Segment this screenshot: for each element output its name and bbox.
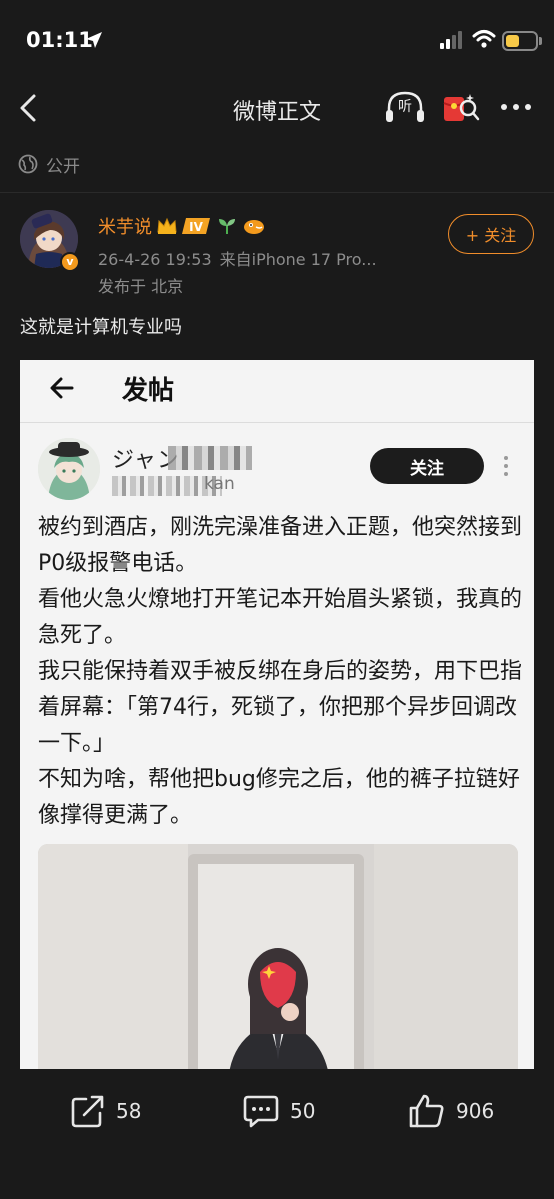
more-options-icon[interactable] — [498, 96, 534, 118]
globe-icon — [18, 154, 38, 174]
location-arrow-icon — [86, 32, 102, 48]
battery-level — [506, 35, 519, 47]
level-badge-icon: IV — [182, 218, 210, 234]
visibility-indicator: 公开 — [18, 150, 80, 178]
post-meta: 26-4-26 19:53 来自iPhone 17 Pro... — [98, 246, 377, 270]
embedded-photo — [38, 844, 518, 1069]
comment-count: 50 — [290, 1099, 316, 1123]
comment-button[interactable]: 50 — [242, 1093, 315, 1129]
embedded-paragraph: 不知为啥，帮他把bug修完之后，他的裤子拉链好像撑得更满了。 — [38, 767, 520, 828]
post-timestamp: 26-4-26 19:53 — [98, 250, 212, 269]
embedded-paragraph: 我只能保持着双手被反绑在身后的姿势，用下巴指着屏幕：「第74行，死锁了，你把那个… — [38, 659, 523, 756]
wifi-icon — [472, 30, 496, 48]
thumbs-up-icon — [409, 1094, 444, 1128]
battery-icon — [502, 31, 538, 51]
sprout-icon — [219, 219, 235, 234]
fish-badge-icon — [244, 220, 264, 234]
embedded-divider — [20, 422, 534, 423]
embedded-more-icon — [504, 456, 508, 476]
crown-icon — [157, 217, 177, 234]
embedded-title: 发帖 — [122, 376, 175, 406]
like-count: 906 — [456, 1099, 495, 1123]
status-bar: 01:11 — [0, 0, 554, 80]
share-count: 58 — [116, 1099, 142, 1123]
embedded-handle: kan — [204, 474, 235, 494]
visibility-label: 公开 — [46, 156, 80, 177]
embedded-avatar-illustration — [38, 438, 100, 500]
embedded-body: 被约到酒店，刚洗完澡准备进入正题，他突然接到P0级报警电话。 看他火急火燎地打开… — [38, 510, 522, 834]
post-author-header: v 米芋说 IV 26-4-26 19:53 来自iPhone 17 Pro...… — [18, 208, 538, 298]
red-packet-search-icon[interactable] — [440, 88, 480, 128]
battery-nub — [539, 37, 542, 45]
verified-badge-icon: v — [60, 252, 80, 272]
embedded-paragraph: 看他火急火燎地打开笔记本开始眉头紧锁，我真的急死了。 — [38, 587, 523, 648]
follow-button[interactable]: + 关注 — [448, 214, 534, 254]
embedded-screenshot[interactable]: 发帖 ジャン kan 关注 被约到酒店，刚洗完澡准备进入正题，他突然接到P0级报… — [20, 360, 534, 1069]
bottom-action-bar: 58 50 906 — [0, 1069, 554, 1199]
author-name[interactable]: 米芋说 — [98, 213, 152, 239]
status-time: 01:11 — [26, 28, 93, 52]
post-source: 来自iPhone 17 Pro... — [219, 250, 377, 269]
like-button[interactable]: 906 — [408, 1093, 494, 1129]
author-name-row: 米芋说 IV — [98, 214, 266, 238]
embedded-name-redaction — [168, 446, 252, 470]
comment-icon — [243, 1095, 279, 1128]
divider — [0, 192, 554, 193]
embedded-paragraph: 被约到酒店，刚洗完澡准备进入正题，他突然接到P0级报警电话。 — [38, 515, 523, 576]
listen-label: 听 — [398, 99, 412, 115]
post-location: 发布于 北京 — [98, 277, 184, 296]
signal-icon — [440, 31, 462, 49]
level-badge-text: IV — [189, 220, 203, 234]
post-text: 这就是计算机专业吗 — [20, 317, 182, 338]
nav-bar: 微博正文 听 — [0, 80, 554, 136]
share-icon — [71, 1095, 104, 1128]
embedded-avatar — [38, 438, 100, 500]
share-button[interactable]: 58 — [70, 1093, 141, 1129]
photo-illustration — [38, 844, 518, 1069]
listen-button[interactable]: 听 — [384, 88, 426, 128]
embedded-follow-button: 关注 — [370, 448, 484, 484]
embedded-back-arrow-icon — [50, 377, 74, 399]
